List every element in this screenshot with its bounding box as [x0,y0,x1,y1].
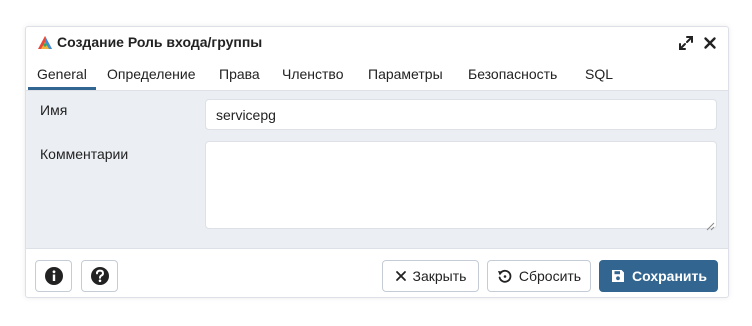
dialog-footer: Закрыть Сбросить Сохранить [26,248,728,297]
resize-handle-icon[interactable] [706,218,715,231]
tab-parameters[interactable]: Параметры [359,60,452,90]
reset-button[interactable]: Сбросить [487,260,591,292]
close-icon [704,37,716,49]
dialog-titlebar[interactable]: Создание Роль входа/группы [26,27,728,59]
tab-privileges[interactable]: Права [210,60,269,90]
reset-icon [497,269,512,283]
name-field[interactable] [205,99,717,130]
close-button[interactable]: Закрыть [382,260,479,292]
reset-button-label: Сбросить [518,268,582,284]
maximize-button[interactable] [678,35,694,51]
tab-definition[interactable]: Определение [98,60,205,90]
close-x-icon [395,271,406,281]
info-button[interactable] [35,260,72,292]
save-button-label: Сохранить [632,268,707,284]
save-button[interactable]: Сохранить [599,260,718,292]
comment-field[interactable] [205,141,717,229]
tab-security[interactable]: Безопасность [459,60,566,90]
help-icon [90,267,109,285]
close-button-label: Закрыть [412,268,467,284]
comment-field-wrapper [205,141,717,231]
dialog-title: Создание Роль входа/группы [57,34,263,50]
tab-sql[interactable]: SQL [576,60,622,90]
help-button[interactable] [81,260,118,292]
tab-membership[interactable]: Членство [273,60,353,90]
dialog-tabs: General Определение Права Членство Парам… [26,60,728,91]
info-icon [44,267,63,285]
pgadmin-elephant-icon [36,34,54,52]
tab-general[interactable]: General [28,60,96,90]
create-login-role-dialog: Создание Роль входа/группы General Опред… [25,26,729,298]
expand-arrows-icon [679,36,693,50]
comment-label: Комментарии [40,146,129,162]
general-form: Имя Комментарии [26,91,728,248]
save-icon [612,270,625,282]
name-label: Имя [40,102,68,118]
close-dialog-button[interactable] [702,35,718,51]
